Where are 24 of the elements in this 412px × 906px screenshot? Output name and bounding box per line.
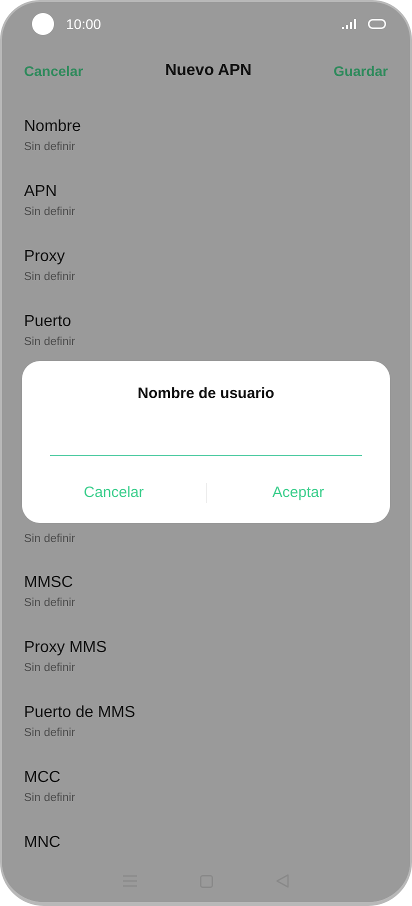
screen-title: Nuevo APN: [165, 62, 252, 80]
status-time: 10:00: [66, 16, 102, 32]
setting-value: Sin definir: [24, 662, 76, 674]
setting-value: Sin definir: [24, 336, 76, 348]
setting-label[interactable]: Puerto de MMS: [24, 704, 388, 722]
setting-value: Sin definir: [24, 141, 76, 153]
setting-label[interactable]: Nombre: [24, 118, 388, 136]
setting-label[interactable]: MMSC: [24, 574, 388, 592]
setting-value: Sin definir: [24, 271, 76, 283]
signal-icon: [342, 19, 356, 29]
setting-label[interactable]: Proxy MMS: [24, 639, 388, 657]
setting-value: Sin definir: [24, 206, 76, 218]
setting-value: Sin definir: [24, 727, 76, 739]
setting-value: Sin definir: [24, 533, 76, 545]
setting-label[interactable]: Puerto: [24, 313, 388, 331]
setting-value: Sin definir: [24, 597, 76, 609]
setting-label[interactable]: APN: [24, 183, 388, 201]
battery-icon: [368, 19, 386, 29]
setting-label[interactable]: MNC: [24, 834, 388, 852]
setting-label[interactable]: MCC: [24, 769, 388, 787]
camera-cutout-icon: [32, 13, 54, 35]
setting-value: Sin definir: [24, 792, 76, 804]
dialog-title: Nombre de usuario: [138, 385, 274, 402]
setting-label[interactable]: Proxy: [24, 248, 388, 266]
